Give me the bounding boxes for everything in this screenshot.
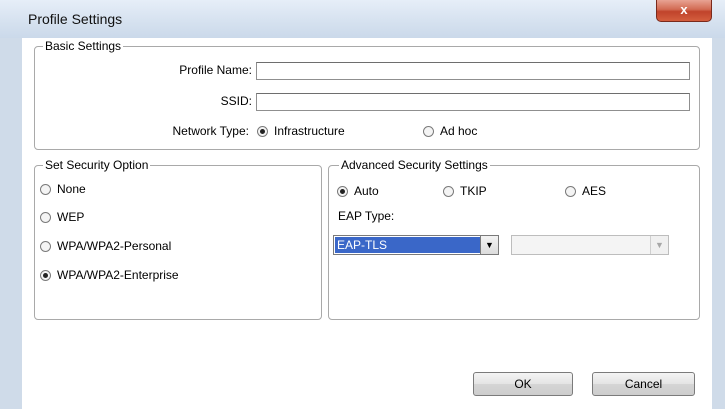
radio-security-none[interactable]: None [40,182,86,196]
radio-adhoc[interactable]: Ad hoc [423,124,477,138]
eap-type-value: EAP-TLS [335,237,480,253]
radio-infrastructure-indicator [257,125,268,137]
cancel-button[interactable]: Cancel [592,372,695,396]
radio-infrastructure[interactable]: Infrastructure [257,124,345,138]
eap-type-select[interactable]: EAP-TLS ▼ [333,235,499,255]
profile-name-input[interactable] [256,62,690,80]
radio-cipher-aes[interactable]: AES [565,184,606,198]
radio-cipher-auto-indicator [337,185,348,197]
chevron-down-icon: ▼ [480,236,498,254]
window-title: Profile Settings [28,11,123,27]
window-frame-left [0,38,22,409]
radio-security-wep-label: WEP [57,210,85,224]
security-option-legend: Set Security Option [43,158,151,172]
radio-security-wpa-personal-indicator [40,240,51,252]
ok-button[interactable]: OK [473,372,573,396]
radio-cipher-tkip-indicator [443,185,454,197]
radio-security-none-indicator [40,183,51,195]
radio-cipher-tkip-label: TKIP [460,184,487,198]
close-icon: x [680,2,688,17]
radio-security-wpa-personal-label: WPA/WPA2-Personal [57,239,172,253]
radio-security-wpa-enterprise[interactable]: WPA/WPA2-Enterprise [40,268,179,282]
window-frame-right [712,38,725,409]
network-type-label: Network Type: [172,124,249,138]
radio-cipher-tkip[interactable]: TKIP [443,184,487,198]
eap-type-label: EAP Type: [338,209,395,223]
radio-security-wpa-enterprise-label: WPA/WPA2-Enterprise [57,268,179,282]
radio-cipher-aes-indicator [565,185,576,197]
ssid-input[interactable] [256,93,690,111]
radio-security-none-label: None [57,182,86,196]
chevron-down-icon: ▼ [650,236,668,254]
profile-name-label: Profile Name: [179,63,252,77]
radio-security-wpa-enterprise-indicator [40,269,51,281]
advanced-security-legend: Advanced Security Settings [339,158,490,172]
radio-infrastructure-label: Infrastructure [274,124,345,138]
basic-settings-legend: Basic Settings [43,39,124,53]
radio-security-wep-indicator [40,211,51,223]
radio-adhoc-indicator [423,125,434,137]
radio-cipher-auto-label: Auto [354,184,379,198]
radio-cipher-auto[interactable]: Auto [337,184,379,198]
radio-security-wep[interactable]: WEP [40,210,84,224]
eap-secondary-select[interactable]: ▼ [511,235,669,255]
radio-security-wpa-personal[interactable]: WPA/WPA2-Personal [40,239,171,253]
close-button[interactable]: x [656,0,712,22]
radio-cipher-aes-label: AES [582,184,607,198]
ssid-label: SSID: [220,94,252,108]
dialog-body: Basic Settings Profile Name: SSID: Netwo… [22,38,712,409]
radio-adhoc-label: Ad hoc [440,124,478,138]
title-bar: Profile Settings x [0,0,725,38]
